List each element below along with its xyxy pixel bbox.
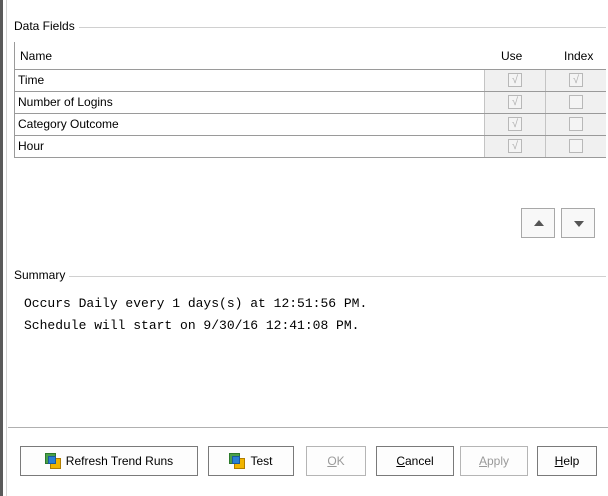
use-cell[interactable]: √ xyxy=(484,70,545,91)
cancel-label-rest: ancel xyxy=(404,454,434,468)
table-row[interactable]: Time √ √ xyxy=(14,70,606,92)
use-checkbox[interactable]: √ xyxy=(508,95,522,109)
use-checkbox[interactable]: √ xyxy=(508,73,522,87)
row-name: Number of Logins xyxy=(18,95,113,109)
triangle-up-icon xyxy=(534,220,544,226)
use-checkbox[interactable]: √ xyxy=(508,117,522,131)
data-fields-group-line xyxy=(14,27,606,28)
index-cell[interactable]: √ xyxy=(545,70,606,91)
summary-line-1: Occurs Daily every 1 days(s) at 12:51:56… xyxy=(24,296,368,311)
ok-label-rest: K xyxy=(336,454,345,468)
index-cell[interactable] xyxy=(545,92,606,113)
table-row[interactable]: Number of Logins √ xyxy=(14,92,606,114)
cancel-button[interactable]: Cancel xyxy=(376,446,454,476)
move-down-button[interactable] xyxy=(561,208,595,238)
use-cell[interactable]: √ xyxy=(484,114,545,135)
column-header-use[interactable]: Use xyxy=(501,42,522,70)
row-name: Hour xyxy=(18,139,45,153)
apply-mnemonic: A xyxy=(478,454,487,468)
test-label: Test xyxy=(250,454,273,468)
index-checkbox[interactable] xyxy=(569,117,583,131)
refresh-trend-runs-button[interactable]: Refresh Trend Runs xyxy=(20,446,198,476)
row-name: Category Outcome xyxy=(18,117,119,131)
use-cell[interactable]: √ xyxy=(484,92,545,113)
triangle-down-icon xyxy=(574,221,584,227)
index-checkbox[interactable] xyxy=(569,139,583,153)
window-left-border-inner xyxy=(6,0,7,496)
use-cell[interactable]: √ xyxy=(484,136,545,157)
table-left-border xyxy=(14,42,15,158)
column-header-index[interactable]: Index xyxy=(564,42,593,70)
row-name: Time xyxy=(18,73,45,87)
data-fields-title: Data Fields xyxy=(14,19,79,33)
data-fields-table-header: Name Use Index xyxy=(14,42,606,70)
help-button[interactable]: Help xyxy=(537,446,597,476)
summary-group-line xyxy=(14,276,606,277)
summary-line-2: Schedule will start on 9/30/16 12:41:08 … xyxy=(24,318,360,333)
help-label-rest: elp xyxy=(563,454,580,468)
refresh-trend-runs-label: Refresh Trend Runs xyxy=(65,454,174,468)
index-cell[interactable] xyxy=(545,136,606,157)
index-cell[interactable] xyxy=(545,114,606,135)
index-checkbox[interactable] xyxy=(569,95,583,109)
index-checkbox[interactable]: √ xyxy=(569,73,583,87)
apply-label-rest: pply xyxy=(487,454,510,468)
ok-button[interactable]: OK xyxy=(306,446,366,476)
apply-button[interactable]: Apply xyxy=(460,446,528,476)
use-checkbox[interactable]: √ xyxy=(508,139,522,153)
help-mnemonic: H xyxy=(554,454,564,468)
column-header-name[interactable]: Name xyxy=(20,42,52,70)
summary-title: Summary xyxy=(14,268,70,282)
window-left-border xyxy=(0,0,3,496)
refresh-icon xyxy=(44,453,61,469)
button-bar-divider xyxy=(8,427,608,428)
move-up-button[interactable] xyxy=(521,208,555,238)
test-button[interactable]: Test xyxy=(208,446,294,476)
table-row[interactable]: Category Outcome √ xyxy=(14,114,606,136)
cancel-mnemonic: C xyxy=(396,454,405,468)
table-row[interactable]: Hour √ xyxy=(14,136,606,158)
test-icon xyxy=(229,453,246,469)
ok-mnemonic: O xyxy=(327,454,337,468)
